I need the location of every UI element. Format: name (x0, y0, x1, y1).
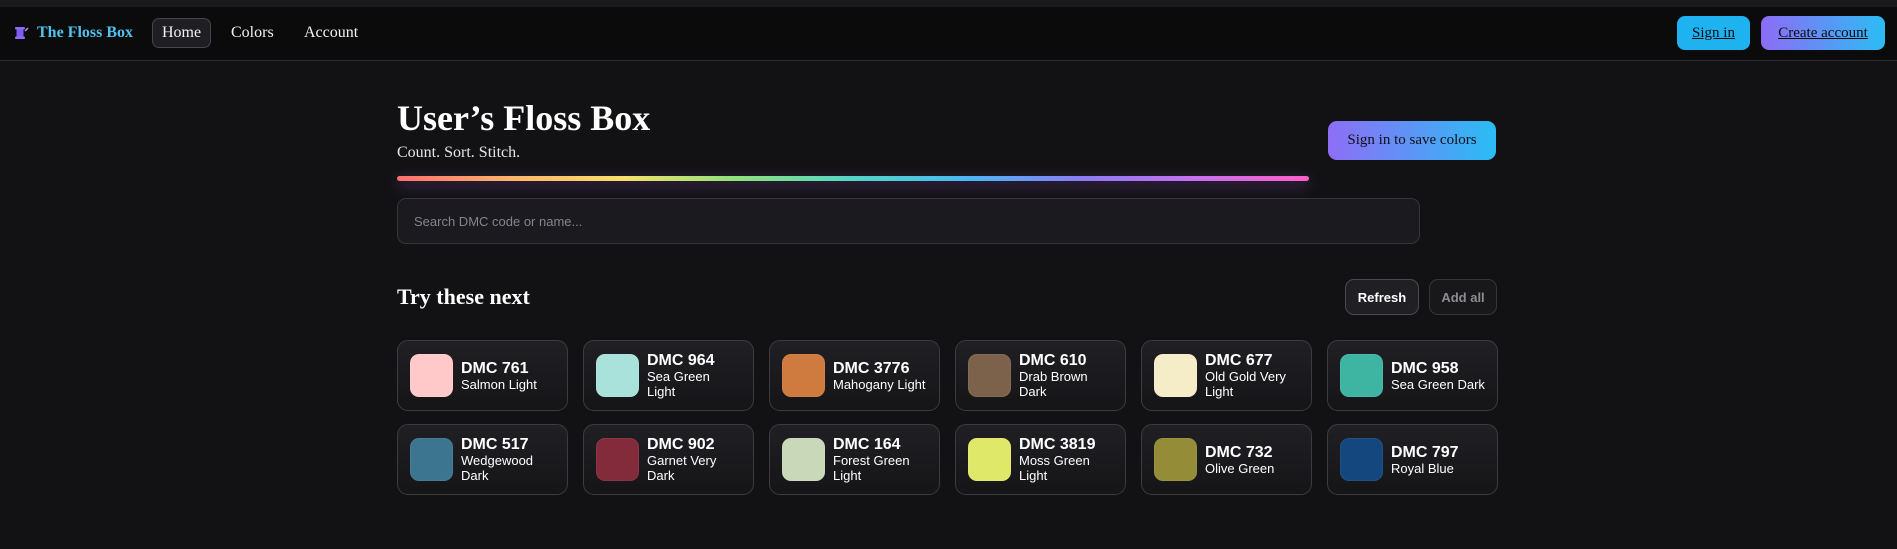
color-swatch (968, 438, 1011, 481)
floss-code: DMC 958 (1391, 359, 1459, 377)
floss-name: Old Gold Very Light (1205, 369, 1286, 399)
floss-name: Mahogany Light (833, 376, 926, 392)
navbar: The Floss Box Home Colors Account Sign i… (0, 7, 1897, 61)
floss-card[interactable]: DMC 164 Forest Green Light (769, 424, 940, 495)
floss-info: DMC 677 Old Gold Very Light (1205, 352, 1299, 399)
top-strip (0, 0, 1897, 7)
floss-card[interactable]: DMC 3819 Moss Green Light (955, 424, 1126, 495)
color-swatch (1340, 438, 1383, 481)
floss-info: DMC 610 Drab Brown Dark (1019, 352, 1113, 399)
floss-info: DMC 902 Garnet Very Dark (647, 436, 741, 483)
save-colors-button[interactable]: Sign in to save colors (1328, 121, 1496, 160)
floss-card[interactable]: DMC 797 Royal Blue (1327, 424, 1498, 495)
floss-code: DMC 610 (1019, 352, 1087, 369)
nav-account[interactable]: Account (294, 18, 368, 48)
section-title: Try these next (397, 284, 530, 309)
floss-info: DMC 958 Sea Green Dark (1391, 360, 1485, 392)
floss-name: Wedgewood Dark (461, 453, 534, 483)
floss-code: DMC 797 (1391, 443, 1459, 461)
floss-code: DMC 732 (1205, 443, 1273, 461)
floss-card[interactable]: DMC 732 Olive Green (1141, 424, 1312, 495)
create-account-button[interactable]: Create account (1761, 16, 1885, 50)
floss-code: DMC 164 (833, 436, 901, 453)
floss-info: DMC 3776 Mahogany Light (833, 360, 926, 392)
floss-code: DMC 3776 (833, 359, 910, 377)
search-input[interactable] (397, 198, 1420, 244)
rainbow-divider (397, 176, 1309, 181)
spool-icon (15, 27, 29, 39)
color-swatch (596, 354, 639, 397)
suggestion-grid: DMC 761 Salmon Light DMC 964 Sea Green Ligh… (397, 340, 1498, 495)
floss-name: Sea Green Light (647, 369, 710, 399)
page-subtitle: Count. Sort. Stitch. (397, 144, 521, 161)
floss-name: Garnet Very Dark (647, 453, 717, 483)
floss-code: DMC 3819 (1019, 436, 1096, 453)
floss-name: Olive Green (1205, 460, 1275, 476)
brand-link[interactable]: The Floss Box (13, 24, 133, 42)
color-swatch (410, 354, 453, 397)
nav-home[interactable]: Home (152, 18, 212, 48)
floss-card[interactable]: DMC 517 Wedgewood Dark (397, 424, 568, 495)
floss-card[interactable]: DMC 677 Old Gold Very Light (1141, 340, 1312, 411)
refresh-button[interactable]: Refresh (1345, 279, 1419, 315)
floss-name: Moss Green Light (1019, 453, 1090, 483)
floss-card[interactable]: DMC 3776 Mahogany Light (769, 340, 940, 411)
color-swatch (1340, 354, 1383, 397)
sign-in-button[interactable]: Sign in (1677, 16, 1750, 50)
floss-info: DMC 761 Salmon Light (461, 360, 537, 392)
floss-code: DMC 517 (461, 436, 529, 453)
floss-name: Sea Green Dark (1391, 376, 1485, 392)
floss-card[interactable]: DMC 761 Salmon Light (397, 340, 568, 411)
color-swatch (782, 438, 825, 481)
floss-code: DMC 761 (461, 359, 529, 377)
floss-name: Royal Blue (1391, 460, 1454, 476)
page-title: User’s Floss Box (397, 98, 651, 138)
floss-info: DMC 517 Wedgewood Dark (461, 436, 555, 483)
floss-code: DMC 964 (647, 352, 715, 369)
color-swatch (410, 438, 453, 481)
color-swatch (782, 354, 825, 397)
floss-info: DMC 797 Royal Blue (1391, 444, 1459, 476)
floss-info: DMC 164 Forest Green Light (833, 436, 927, 483)
add-all-button[interactable]: Add all (1429, 279, 1497, 315)
nav-colors[interactable]: Colors (221, 18, 284, 48)
floss-info: DMC 732 Olive Green (1205, 444, 1274, 476)
floss-card[interactable]: DMC 958 Sea Green Dark (1327, 340, 1498, 411)
floss-code: DMC 902 (647, 436, 715, 453)
color-swatch (1154, 354, 1197, 397)
floss-info: DMC 3819 Moss Green Light (1019, 436, 1113, 483)
floss-name: Salmon Light (461, 376, 537, 392)
floss-name: Drab Brown Dark (1019, 369, 1088, 399)
color-swatch (596, 438, 639, 481)
color-swatch (1154, 438, 1197, 481)
floss-info: DMC 964 Sea Green Light (647, 352, 741, 399)
floss-card[interactable]: DMC 610 Drab Brown Dark (955, 340, 1126, 411)
color-swatch (968, 354, 1011, 397)
floss-code: DMC 677 (1205, 352, 1273, 369)
floss-card[interactable]: DMC 902 Garnet Very Dark (583, 424, 754, 495)
floss-card[interactable]: DMC 964 Sea Green Light (583, 340, 754, 411)
floss-name: Forest Green Light (833, 453, 910, 483)
brand-name: The Floss Box (37, 24, 134, 41)
